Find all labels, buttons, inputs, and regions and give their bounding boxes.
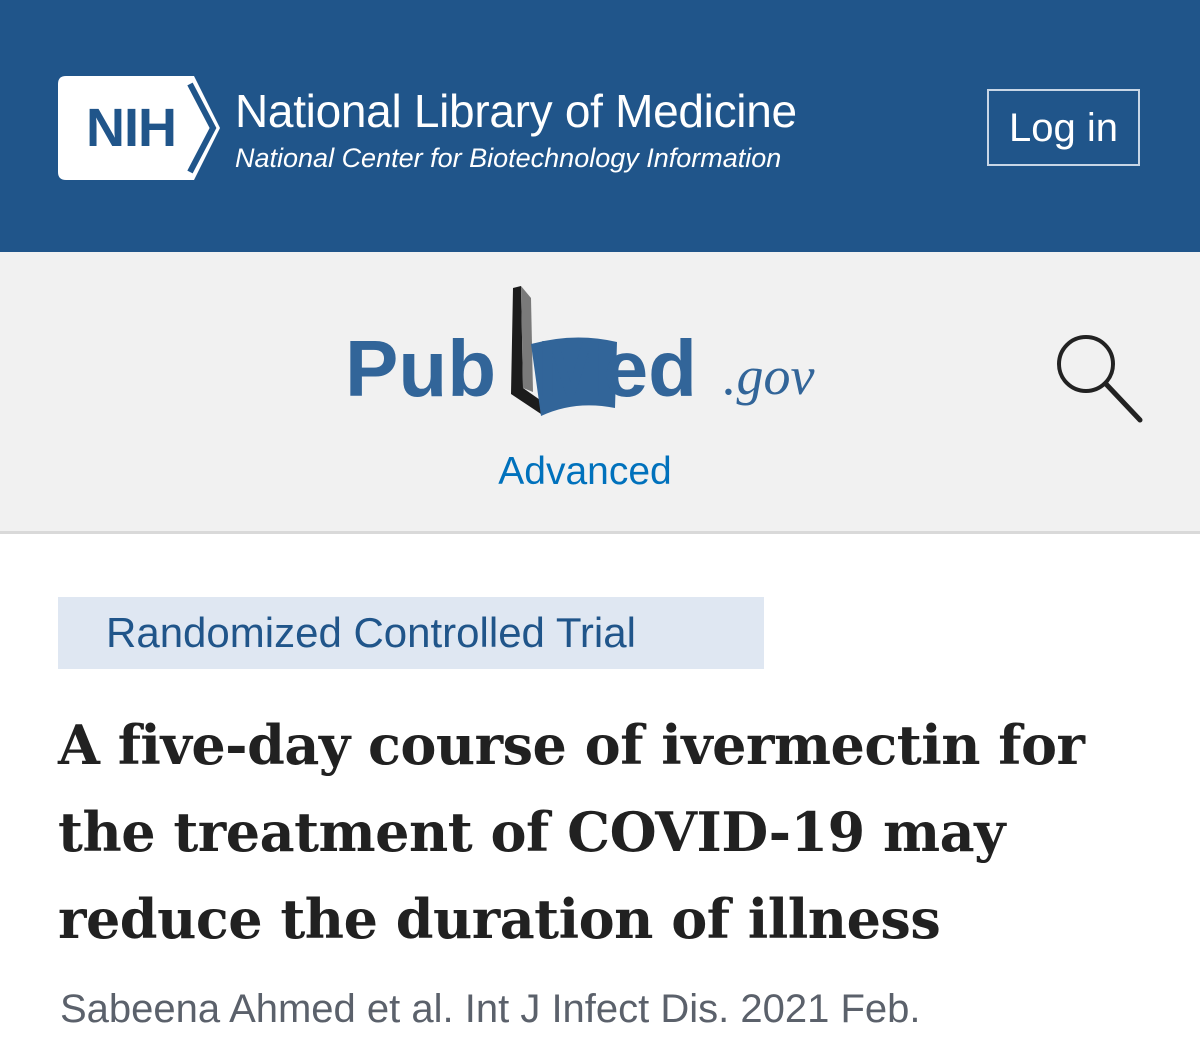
search-button[interactable] <box>1054 332 1154 432</box>
pubmed-logo[interactable]: Pub Med .gov <box>345 284 865 424</box>
nlm-title: National Library of Medicine <box>235 85 797 137</box>
nih-header: NIH National Library of Medicine Nationa… <box>0 0 1200 252</box>
search-icon <box>1057 335 1143 423</box>
article-type-badge: Randomized Controlled Trial <box>58 597 764 669</box>
logo-domain-text: .gov <box>723 346 815 406</box>
nih-badge-text: NIH <box>86 98 177 158</box>
nlm-home-link[interactable]: NIH National Library of Medicine Nationa… <box>58 76 928 180</box>
nih-logo: NIH <box>58 76 220 180</box>
login-button[interactable]: Log in <box>987 89 1140 166</box>
pubmed-search-bar: Pub Med .gov Advanced <box>0 252 1200 534</box>
advanced-search-link[interactable]: Advanced <box>0 449 1170 495</box>
article-title: A five-day course of ivermectin for the … <box>58 713 1085 951</box>
logo-med-text: Med <box>537 324 697 413</box>
logo-pub-text: Pub <box>345 324 496 413</box>
article-citation: Sabeena Ahmed et al. Int J Infect Dis. 2… <box>60 987 921 1031</box>
ncbi-subtitle: National Center for Biotechnology Inform… <box>235 143 782 173</box>
